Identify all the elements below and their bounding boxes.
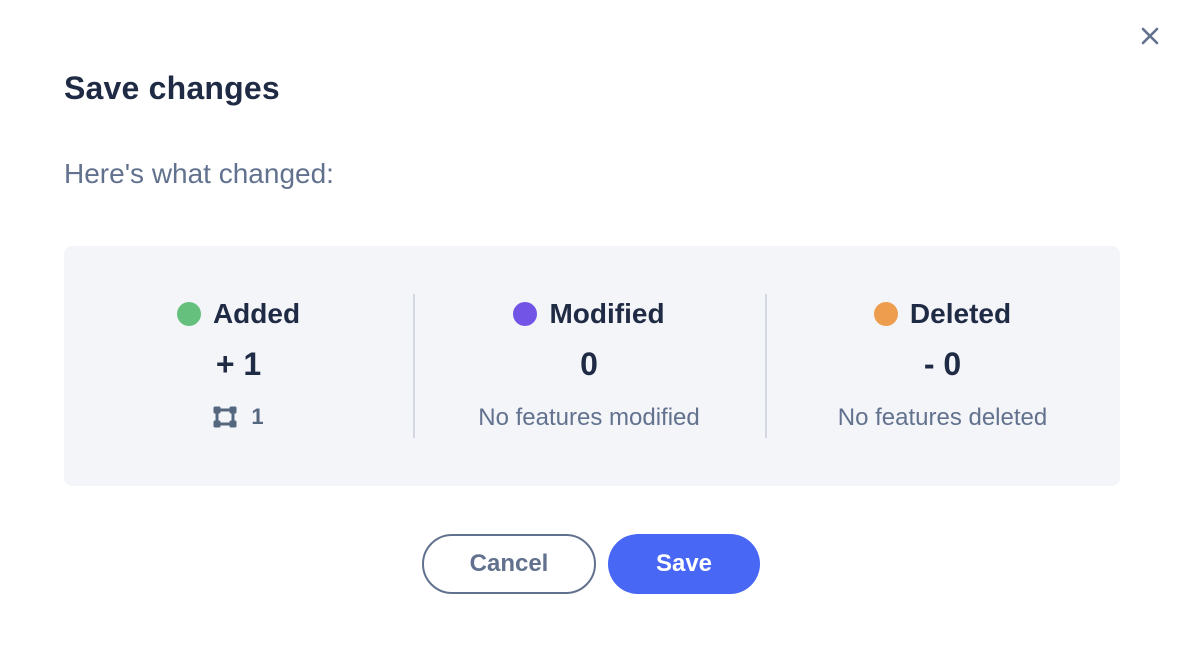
deleted-label: Deleted	[909, 298, 1012, 329]
modified-status-dot	[513, 302, 538, 326]
close-button[interactable]	[1132, 22, 1168, 50]
modified-count: 0	[580, 346, 598, 382]
deleted-summary: Deleted - 0 No features deleted	[765, 246, 1120, 486]
dialog-actions: Cancel Save	[422, 534, 760, 594]
added-status-dot	[176, 302, 201, 326]
deleted-count: - 0	[923, 346, 962, 382]
save-changes-dialog: Save changes Here's what changed: Added …	[0, 0, 1186, 654]
added-header: Added	[64, 298, 413, 330]
added-detail: 1	[64, 404, 413, 430]
cancel-button[interactable]: Cancel	[422, 534, 596, 594]
modified-header: Modified	[413, 298, 765, 330]
added-feature-count: 1	[251, 404, 264, 429]
deleted-status-dot	[873, 302, 898, 326]
dialog-title: Save changes	[64, 70, 280, 106]
added-summary: Added + 1 1	[64, 246, 413, 486]
close-icon	[1141, 27, 1159, 45]
added-label: Added	[212, 298, 301, 329]
added-count: + 1	[215, 346, 262, 382]
save-button[interactable]: Save	[608, 534, 760, 594]
deleted-note: No features deleted	[837, 404, 1048, 431]
deleted-header: Deleted	[765, 298, 1120, 330]
changes-summary-panel: Added + 1 1 Modified 0 No features modif…	[64, 246, 1120, 486]
modified-note: No features modified	[478, 404, 700, 431]
modified-summary: Modified 0 No features modified	[413, 246, 765, 486]
polygon-icon	[213, 406, 237, 428]
modified-label: Modified	[549, 298, 665, 329]
dialog-subtitle: Here's what changed:	[64, 158, 334, 189]
